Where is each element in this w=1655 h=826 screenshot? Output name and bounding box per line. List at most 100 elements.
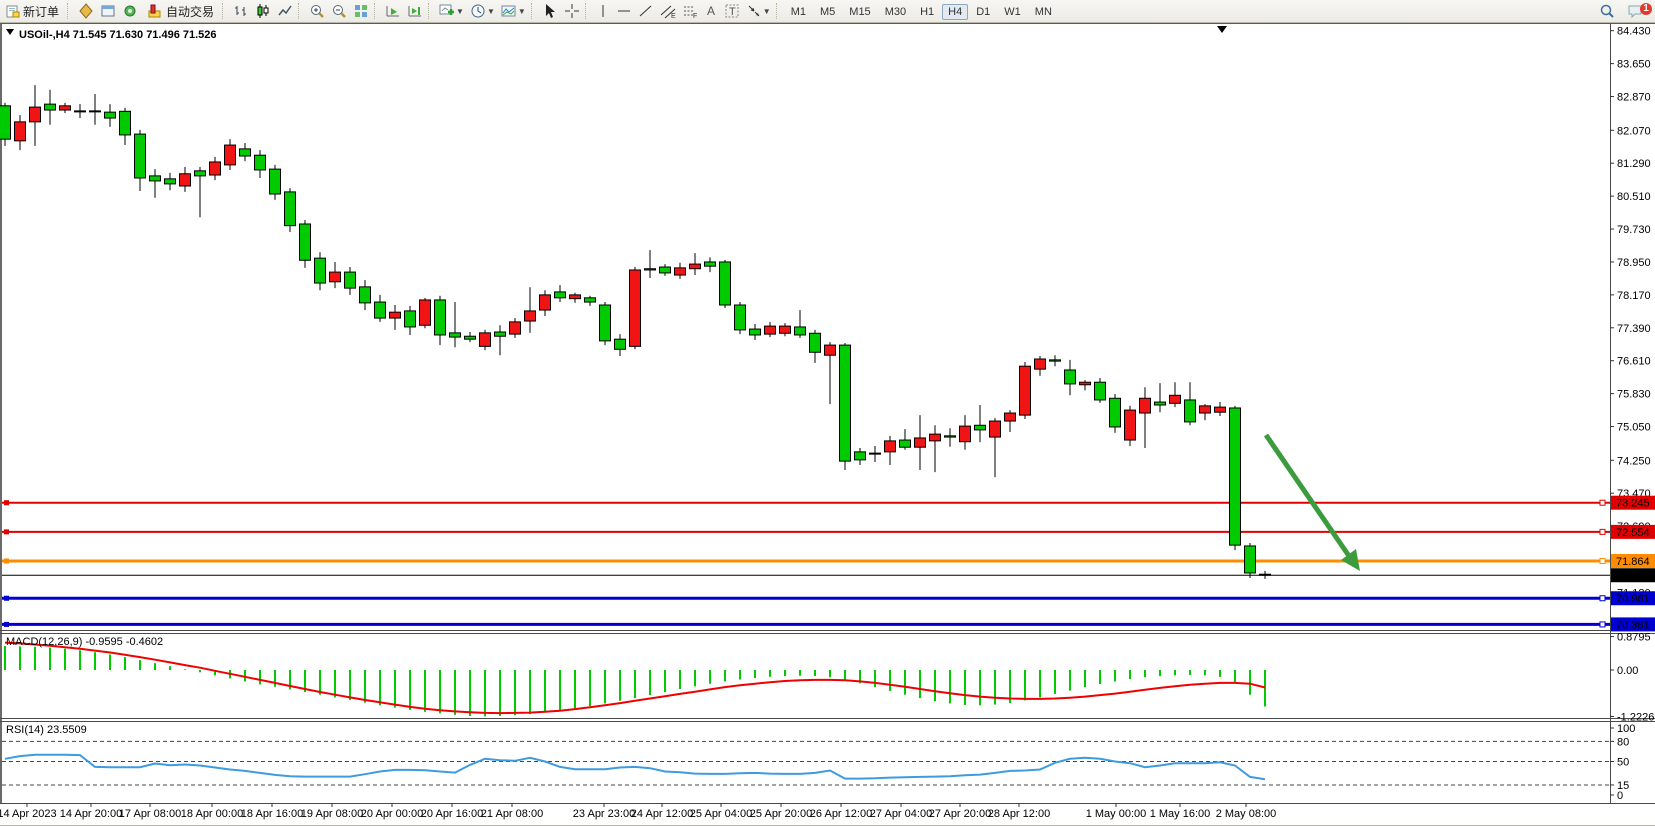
channel-tool-button[interactable]: E — [657, 1, 679, 21]
auto-scroll-button[interactable] — [382, 1, 404, 21]
level-line-right-handle[interactable] — [1600, 596, 1605, 601]
time-tick-label: 21 Apr 08:00 — [481, 808, 543, 820]
trendline-tool-button[interactable] — [635, 1, 657, 21]
notifications-button[interactable]: 1 — [1624, 1, 1647, 21]
separator — [374, 3, 380, 19]
equidistant-channel-icon: E — [660, 3, 676, 19]
candle — [840, 345, 851, 461]
navigator-icon — [122, 3, 138, 19]
notification-badge: 1 — [1640, 3, 1652, 15]
cursor-icon — [542, 3, 558, 19]
text-box-tool-button[interactable]: T — [721, 1, 743, 21]
time-tick-label: 14 Apr 2023 — [0, 808, 57, 820]
candle — [60, 106, 71, 110]
rsi-indicator-label: RSI(14) 23.5509 — [6, 724, 87, 736]
timeframe-mn[interactable]: MN — [1029, 4, 1058, 20]
candlestick-chart-button[interactable] — [252, 1, 274, 21]
level-line-left-handle[interactable] — [4, 529, 9, 534]
candle — [1125, 410, 1136, 440]
data-window-icon — [100, 3, 116, 19]
new-order-label: 新订单 — [23, 3, 59, 20]
candle — [1110, 398, 1121, 427]
rsi-tick-label: 80 — [1617, 736, 1629, 748]
arrows-tool-button[interactable]: ▼ — [743, 1, 774, 21]
candle — [1170, 395, 1181, 403]
level-line-right-handle[interactable] — [1600, 500, 1605, 505]
toolbar-right-icons: 1 — [1596, 1, 1655, 21]
candle — [0, 106, 11, 139]
candle — [960, 426, 971, 442]
rsi-tick-label: 50 — [1617, 757, 1629, 769]
chevron-down-icon: ▼ — [456, 7, 464, 16]
price-tag-label: 71.864 — [1616, 556, 1650, 568]
level-line-left-handle[interactable] — [4, 500, 9, 505]
auto-trading-label: 自动交易 — [166, 3, 214, 20]
candle — [135, 134, 146, 178]
candle — [270, 169, 281, 194]
candle — [615, 339, 626, 349]
tile-windows-button[interactable] — [350, 1, 372, 21]
horizontal-line-tool-button[interactable] — [613, 1, 635, 21]
templates-button[interactable]: ▼ — [498, 1, 529, 21]
timeframe-h1[interactable]: H1 — [914, 4, 940, 20]
chart-shift-button[interactable] — [404, 1, 426, 21]
candle — [720, 262, 731, 305]
candle — [420, 300, 431, 325]
level-line-left-handle[interactable] — [4, 596, 9, 601]
candle — [795, 327, 806, 335]
vertical-line-tool-button[interactable] — [593, 1, 613, 21]
arrows-icon — [746, 3, 762, 19]
timeframe-d1[interactable]: D1 — [970, 4, 996, 20]
data-window-button[interactable] — [97, 1, 119, 21]
timeframe-m1[interactable]: M1 — [785, 4, 812, 20]
price-tick-label: 79.730 — [1617, 224, 1651, 236]
cursor-tool-button[interactable] — [539, 1, 561, 21]
vertical-line-icon — [596, 3, 610, 19]
macd-indicator-label: MACD(12,26,9) -0.9595 -0.4602 — [6, 636, 163, 648]
timeframe-w1[interactable]: W1 — [998, 4, 1027, 20]
level-line-left-handle[interactable] — [4, 622, 9, 627]
candle — [810, 333, 821, 352]
bar-chart-button[interactable] — [230, 1, 252, 21]
timeframe-m15[interactable]: M15 — [843, 4, 876, 20]
trend-arrow[interactable] — [1266, 435, 1349, 556]
time-tick-label: 14 Apr 20:00 — [60, 808, 122, 820]
separator — [585, 3, 591, 19]
line-chart-button[interactable] — [274, 1, 296, 21]
navigator-button[interactable] — [119, 1, 141, 21]
auto-trading-icon — [147, 3, 163, 19]
symbol-dropdown-icon[interactable] — [6, 29, 14, 35]
auto-trading-button[interactable]: 自动交易 — [141, 1, 220, 21]
timeframe-m30[interactable]: M30 — [879, 4, 912, 20]
candle — [120, 111, 131, 135]
new-order-button[interactable]: 新订单 — [0, 1, 65, 21]
period-button[interactable]: ▼ — [467, 1, 498, 21]
candle — [30, 107, 41, 122]
candle — [675, 268, 686, 275]
candle — [315, 258, 326, 283]
zoom-in-button[interactable] — [306, 1, 328, 21]
candle — [690, 264, 701, 269]
candle — [600, 305, 611, 341]
macd-tick-label: 0.00 — [1617, 665, 1638, 677]
bar-chart-icon — [233, 3, 249, 19]
timeframe-m5[interactable]: M5 — [814, 4, 841, 20]
fibonacci-tool-button[interactable]: F — [679, 1, 701, 21]
candle — [1230, 408, 1241, 545]
price-tick-label: 77.390 — [1617, 323, 1651, 335]
text-tool-button[interactable]: A — [701, 1, 721, 21]
time-tick-label: 27 Apr 04:00 — [870, 808, 932, 820]
crosshair-tool-button[interactable] — [561, 1, 583, 21]
new-chart-button[interactable]: ▼ — [436, 1, 467, 21]
zoom-out-button[interactable] — [328, 1, 350, 21]
level-line-left-handle[interactable] — [4, 558, 9, 563]
search-icon — [1599, 3, 1615, 19]
search-button[interactable] — [1596, 1, 1618, 21]
level-line-right-handle[interactable] — [1600, 558, 1605, 563]
level-line-right-handle[interactable] — [1600, 622, 1605, 627]
timeframe-h4[interactable]: H4 — [942, 4, 968, 20]
level-line-right-handle[interactable] — [1600, 529, 1605, 534]
price-tick-label: 81.290 — [1617, 158, 1651, 170]
rsi-tick-label: 0 — [1617, 790, 1623, 802]
market-watch-button[interactable] — [75, 1, 97, 21]
